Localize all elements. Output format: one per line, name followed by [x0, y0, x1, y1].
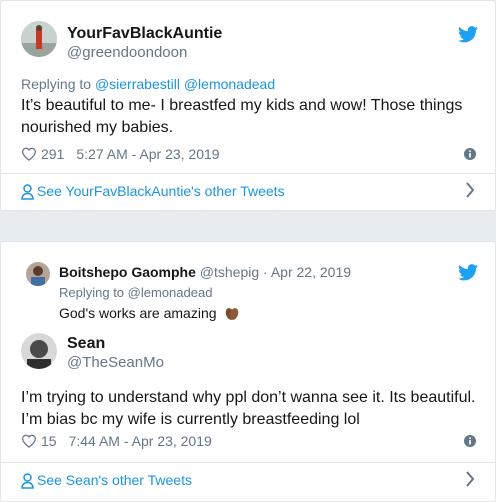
tweet-text: I’m trying to understand why ppl don’t w…: [21, 387, 475, 431]
twitter-bird-icon[interactable]: [458, 264, 478, 281]
tweet-meta: 291 5:27 AM - Apr 23, 2019: [21, 145, 220, 163]
author-handle[interactable]: @greendoondoon: [67, 44, 187, 61]
tweet-meta: 15 7:44 AM - Apr 23, 2019: [21, 432, 212, 450]
replying-to-label: Replying to: [21, 76, 92, 92]
avatar[interactable]: [21, 333, 57, 369]
praying-hands-emoji: [225, 308, 238, 320]
chevron-right-icon[interactable]: [465, 181, 475, 199]
other-tweets-link[interactable]: See Sean's other Tweets: [1, 462, 495, 499]
quoted-text-row: God's works are amazing: [59, 304, 241, 322]
heart-icon[interactable]: [21, 434, 37, 448]
tweet-text-line-1: I’m trying to understand why ppl don’t w…: [21, 389, 476, 406]
quoted-author-name[interactable]: Boitshepo Gaomphe: [59, 264, 196, 280]
replying-to-handles[interactable]: @sierrabestill @lemonadead: [95, 76, 275, 92]
author-name[interactable]: Sean: [67, 335, 105, 353]
quoted-author-handle[interactable]: @tshepig: [200, 264, 259, 280]
tweet-card-1: YourFavBlackAuntie @greendoondoon Replyi…: [0, 0, 496, 211]
tweet-card-2: Boitshepo Gaomphe @tshepig · Apr 22, 201…: [0, 241, 496, 502]
author-handle[interactable]: @TheSeanMo: [67, 354, 164, 371]
other-tweets-label[interactable]: See YourFavBlackAuntie's other Tweets: [37, 183, 285, 199]
replying-to-handle[interactable]: @lemonadead: [128, 285, 213, 300]
timestamp[interactable]: 7:44 AM - Apr 23, 2019: [69, 433, 212, 449]
like-count[interactable]: 291: [41, 146, 64, 162]
replying-to-label: Replying to: [59, 285, 125, 300]
user-icon: [21, 184, 34, 200]
quoted-avatar[interactable]: [26, 262, 50, 286]
quoted-tweet-text: God's works are amazing: [59, 305, 217, 321]
heart-icon[interactable]: [21, 147, 37, 161]
user-icon: [21, 473, 34, 489]
chevron-right-icon[interactable]: [465, 470, 475, 488]
dot-separator: ·: [263, 264, 268, 280]
info-icon[interactable]: [464, 435, 476, 447]
quoted-date[interactable]: Apr 22, 2019: [271, 264, 351, 280]
quoted-replying-to: Replying to @lemonadead: [59, 285, 212, 300]
tweet-text: It’s beautiful to me- I breastfed my kid…: [21, 97, 463, 136]
info-icon[interactable]: [464, 148, 476, 160]
other-tweets-label[interactable]: See Sean's other Tweets: [37, 472, 192, 488]
other-tweets-link[interactable]: See YourFavBlackAuntie's other Tweets: [1, 173, 495, 210]
like-count[interactable]: 15: [41, 433, 57, 449]
quoted-header: Boitshepo Gaomphe @tshepig · Apr 22, 201…: [59, 264, 351, 280]
twitter-bird-icon[interactable]: [458, 26, 478, 43]
replying-to: Replying to @sierrabestill @lemonadead: [21, 76, 275, 92]
tweet-text-line-2: I’m bias bc my wife is currently breastf…: [21, 411, 360, 428]
author-name[interactable]: YourFavBlackAuntie: [67, 25, 222, 43]
avatar[interactable]: [21, 21, 57, 57]
timestamp[interactable]: 5:27 AM - Apr 23, 2019: [76, 146, 219, 162]
